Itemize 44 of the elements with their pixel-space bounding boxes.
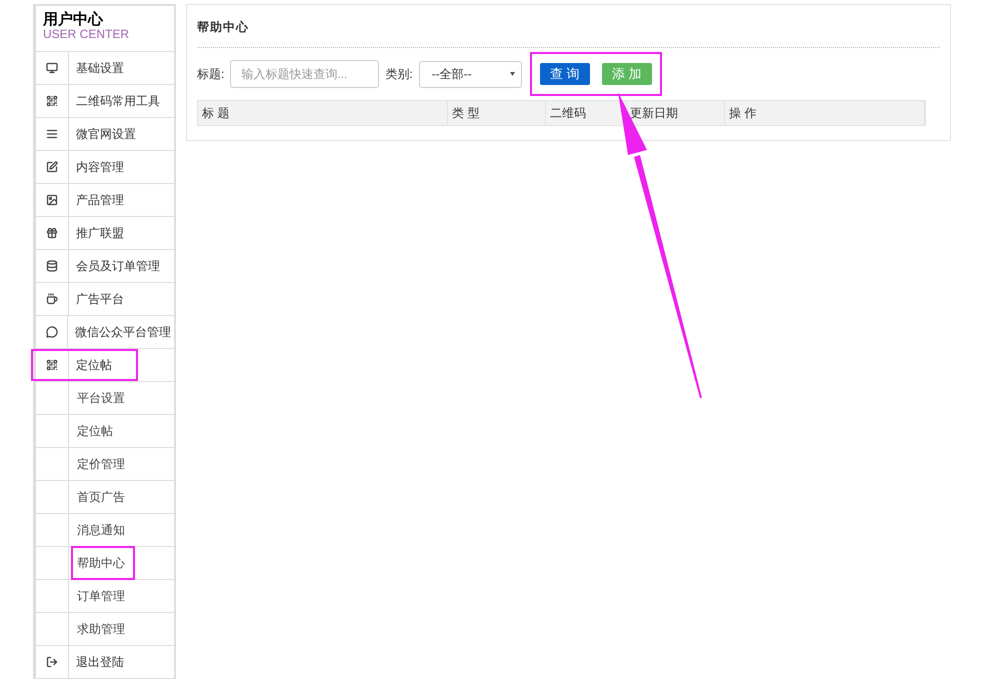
sidebar-title: 用户中心: [43, 12, 104, 27]
column-header: 标 题: [202, 105, 230, 122]
sidebar-item[interactable]: 推广联盟: [73, 219, 127, 247]
edit-icon: [46, 161, 58, 173]
chat-bubble-icon: [46, 326, 58, 338]
caret-icon: [510, 72, 515, 76]
qr-code-icon: [46, 359, 58, 371]
sidebar-item[interactable]: 基础设置: [73, 54, 127, 82]
menu-icon: [46, 128, 58, 140]
sidebar-item[interactable]: 微信公众平台管理: [72, 318, 174, 346]
sidebar-item[interactable]: 定位帖: [33, 351, 136, 379]
sidebar-item[interactable]: 广告平台: [73, 285, 127, 313]
sidebar-subitem[interactable]: 求助管理: [73, 614, 129, 644]
column-header: 二维码: [550, 105, 586, 122]
image-icon: [46, 194, 58, 206]
exit-icon: [46, 656, 58, 668]
database-icon: [46, 260, 58, 272]
category-label: 类别:: [385, 66, 413, 83]
sidebar-item[interactable]: 产品管理: [73, 186, 127, 214]
column-header: 类 型: [452, 105, 480, 122]
column-header: 更新日期: [630, 105, 678, 122]
sidebar-item[interactable]: 内容管理: [73, 153, 127, 181]
panel-title: 帮助中心: [197, 20, 249, 34]
sidebar-subitem[interactable]: 首页广告: [73, 482, 129, 512]
sidebar-subitem[interactable]: 定价管理: [73, 449, 129, 479]
monitor-icon: [46, 62, 58, 74]
sidebar-item[interactable]: 二维码常用工具: [73, 87, 163, 115]
sidebar-subitem[interactable]: 帮助中心: [73, 548, 133, 578]
sidebar-item[interactable]: 会员及订单管理: [73, 252, 163, 280]
sidebar-subitem[interactable]: 订单管理: [73, 581, 129, 611]
category-dropdown[interactable]: --全部--: [418, 60, 522, 88]
search-button[interactable]: 查 询: [540, 63, 590, 85]
title-label: 标题:: [197, 66, 224, 83]
sidebar-item[interactable]: 微官网设置: [73, 120, 139, 148]
sidebar-subtitle: USER CENTER: [43, 27, 130, 42]
column-header: 操 作: [729, 105, 756, 122]
sidebar-item[interactable]: 退出登陆: [73, 648, 127, 676]
qr-code-icon: [46, 95, 58, 107]
sidebar-subitem[interactable]: 定位帖: [73, 416, 117, 446]
cup-icon: [46, 293, 58, 305]
gift-icon: [46, 227, 58, 239]
sidebar-subitem[interactable]: 平台设置: [73, 383, 129, 413]
title-search-field[interactable]: 输入标题快速查询...: [230, 60, 380, 88]
sidebar-subitem[interactable]: 消息通知: [73, 515, 129, 545]
